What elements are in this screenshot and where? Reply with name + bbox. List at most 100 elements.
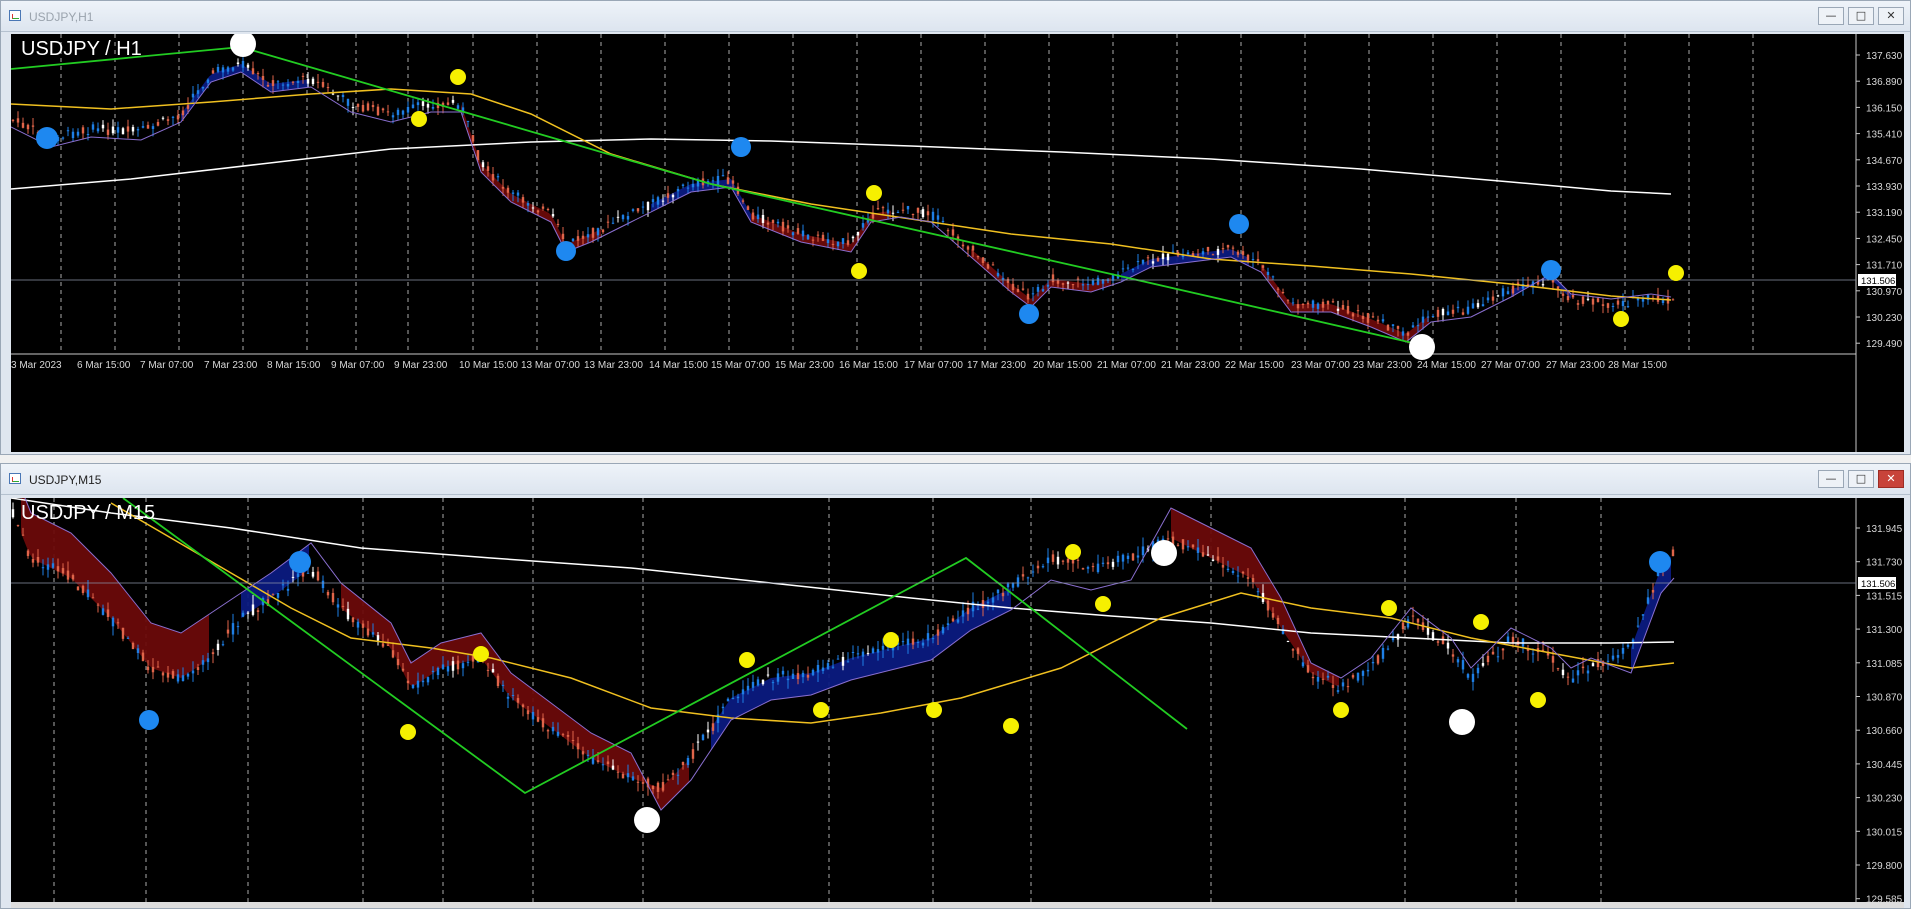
candle-body	[821, 234, 825, 241]
candle-body	[901, 209, 905, 211]
candle-body	[1296, 648, 1300, 654]
candle-body	[611, 222, 615, 224]
candle-body	[911, 638, 915, 645]
candle-body	[211, 652, 215, 655]
chart-window-m15[interactable]: USDJPY,M15 — □ ✕ 131.945 131.730 131.515 13…	[0, 463, 1911, 909]
candle-body	[381, 108, 385, 111]
candle-body	[1411, 325, 1415, 328]
candle-body	[1286, 300, 1290, 302]
close-button[interactable]: ✕	[1878, 7, 1904, 25]
candle-body	[1576, 670, 1580, 676]
candle-body	[1646, 597, 1650, 604]
candle-body	[201, 660, 205, 665]
candle-body	[1496, 295, 1500, 297]
price-tick-label: 129.800	[1866, 861, 1903, 872]
candle-body	[1541, 649, 1545, 651]
candle-body	[771, 220, 775, 224]
chart-symbol-label: USDJPY / M15	[21, 502, 156, 524]
candle-body	[1066, 558, 1070, 563]
candle-body	[1031, 293, 1035, 295]
candle-body	[311, 78, 315, 85]
candle-body	[51, 563, 55, 568]
minimize-button[interactable]: —	[1818, 470, 1844, 488]
candle-body	[21, 534, 25, 536]
price-chart-h1[interactable]: 137.630 136.890 136.150 135.410 134.670 133.9…	[11, 34, 1904, 452]
candle-body	[201, 86, 205, 89]
candle-body	[936, 215, 940, 220]
candle-body	[541, 718, 545, 728]
minimize-button[interactable]: —	[1818, 7, 1844, 25]
candle-body	[351, 617, 355, 623]
time-tick-label: 7 Mar 07:00	[140, 360, 194, 371]
candle-body	[761, 679, 765, 685]
candle-body	[1461, 312, 1465, 315]
candle-body	[1426, 316, 1430, 318]
candle-body	[731, 180, 735, 184]
candle-body	[991, 597, 995, 603]
candle-body	[121, 627, 125, 639]
candle-body	[976, 256, 980, 258]
candle-body	[1561, 293, 1565, 296]
candle-body	[661, 200, 665, 202]
candle-body	[151, 666, 155, 673]
candle-body	[391, 115, 395, 118]
candle-body	[1436, 641, 1440, 643]
candle-body	[931, 211, 935, 221]
maximize-button[interactable]: □	[1848, 7, 1874, 25]
window-titlebar[interactable]: USDJPY,M15 — □ ✕	[1, 464, 1910, 495]
candle-body	[1231, 247, 1235, 249]
candle-body	[241, 612, 245, 617]
candle-body	[261, 75, 265, 80]
candle-body	[976, 608, 980, 610]
signal-dot	[1003, 718, 1019, 734]
candle-body	[221, 644, 225, 646]
candle-body	[1491, 651, 1495, 655]
candle-body	[771, 682, 775, 684]
candle-body	[796, 673, 800, 680]
candle-body	[921, 209, 925, 218]
indicator-cloud	[1121, 249, 1249, 282]
candle-body	[356, 621, 360, 628]
candle-body	[1036, 565, 1040, 569]
candle-body	[486, 166, 490, 171]
chart-window-h1[interactable]: USDJPY,H1 — □ ✕ 137.630 136.890 136.150 135…	[0, 0, 1911, 455]
candle-body	[531, 207, 535, 209]
candle-body	[521, 197, 525, 203]
candle-body	[296, 573, 300, 577]
candle-body	[761, 214, 765, 223]
candle-body	[256, 610, 260, 612]
maximize-button[interactable]: □	[1848, 470, 1874, 488]
candle-body	[721, 175, 725, 177]
candle-body	[406, 680, 410, 684]
candle-body	[1336, 690, 1340, 692]
candle-body	[96, 604, 100, 606]
candle-body	[466, 661, 470, 663]
candle-body	[71, 131, 75, 139]
candle-body	[846, 240, 850, 245]
signal-dot	[739, 652, 755, 668]
chart-canvas-h1[interactable]: 137.630 136.890 136.150 135.410 134.670 133.9…	[11, 34, 1904, 452]
candle-body	[1506, 291, 1510, 295]
candle-body	[1371, 661, 1375, 664]
candle-body	[881, 207, 885, 209]
candle-body	[606, 221, 610, 223]
price-chart-m15[interactable]: 131.945 131.730 131.515 131.300 131.085 130.8…	[11, 498, 1904, 904]
candle-body	[1156, 257, 1160, 262]
candle-body	[101, 124, 105, 129]
candle-body	[1351, 675, 1355, 678]
candle-body	[1206, 247, 1210, 252]
window-titlebar[interactable]: USDJPY,H1 — □ ✕	[1, 1, 1910, 32]
candle-body	[141, 126, 145, 128]
candle-body	[1361, 671, 1365, 676]
candle-body	[666, 779, 670, 781]
candle-body	[1321, 678, 1325, 680]
candle-body	[1326, 300, 1330, 305]
close-button[interactable]: ✕	[1878, 470, 1904, 488]
candle-body	[281, 584, 285, 586]
candle-body	[251, 68, 255, 75]
candle-body	[1621, 300, 1625, 307]
candle-body	[1291, 302, 1295, 304]
chart-canvas-m15[interactable]: 131.945 131.730 131.515 131.300 131.085 130.8…	[11, 498, 1904, 904]
candle-body	[886, 209, 890, 214]
price-tick-label: 133.930	[1866, 182, 1903, 193]
